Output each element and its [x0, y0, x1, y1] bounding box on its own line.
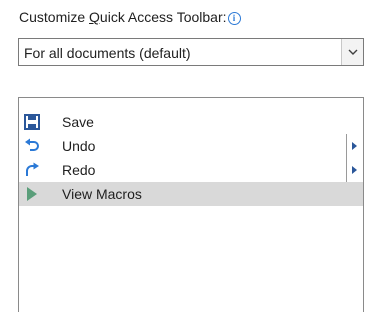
redo-icon — [26, 162, 39, 176]
info-icon[interactable]: i — [227, 12, 241, 25]
list-item-label: Redo — [62, 162, 96, 178]
list-item-label: Save — [62, 114, 94, 130]
submenu-arrow[interactable] — [346, 134, 363, 158]
list-item-view-macros[interactable]: View Macros — [19, 182, 363, 206]
list-item-label: View Macros — [62, 186, 142, 202]
heading-text-prefix: Customize — [19, 9, 90, 25]
list-item-label: Undo — [62, 138, 96, 154]
save-icon — [24, 114, 40, 130]
dropdown-button[interactable] — [341, 39, 363, 65]
chevron-down-icon — [348, 49, 358, 55]
list-item-save[interactable]: Save — [19, 110, 363, 134]
play-macro-icon — [27, 187, 37, 201]
heading-accelerator: Q — [89, 9, 100, 25]
toolbar-commands-list[interactable]: Save Undo Redo View Macros — [18, 97, 364, 312]
list-item-redo[interactable]: Redo — [19, 158, 363, 182]
document-scope-dropdown[interactable]: For all documents (default) — [18, 38, 364, 66]
chevron-right-icon — [352, 166, 357, 174]
chevron-right-icon — [352, 142, 357, 150]
undo-icon — [25, 138, 39, 151]
list-item-undo[interactable]: Undo — [19, 134, 363, 158]
submenu-arrow[interactable] — [346, 158, 363, 182]
customize-qat-heading: Customize Quick Access Toolbar: i — [19, 8, 241, 26]
document-scope-value: For all documents (default) — [24, 45, 191, 61]
heading-text-suffix: uick Access Toolbar: — [99, 9, 227, 25]
